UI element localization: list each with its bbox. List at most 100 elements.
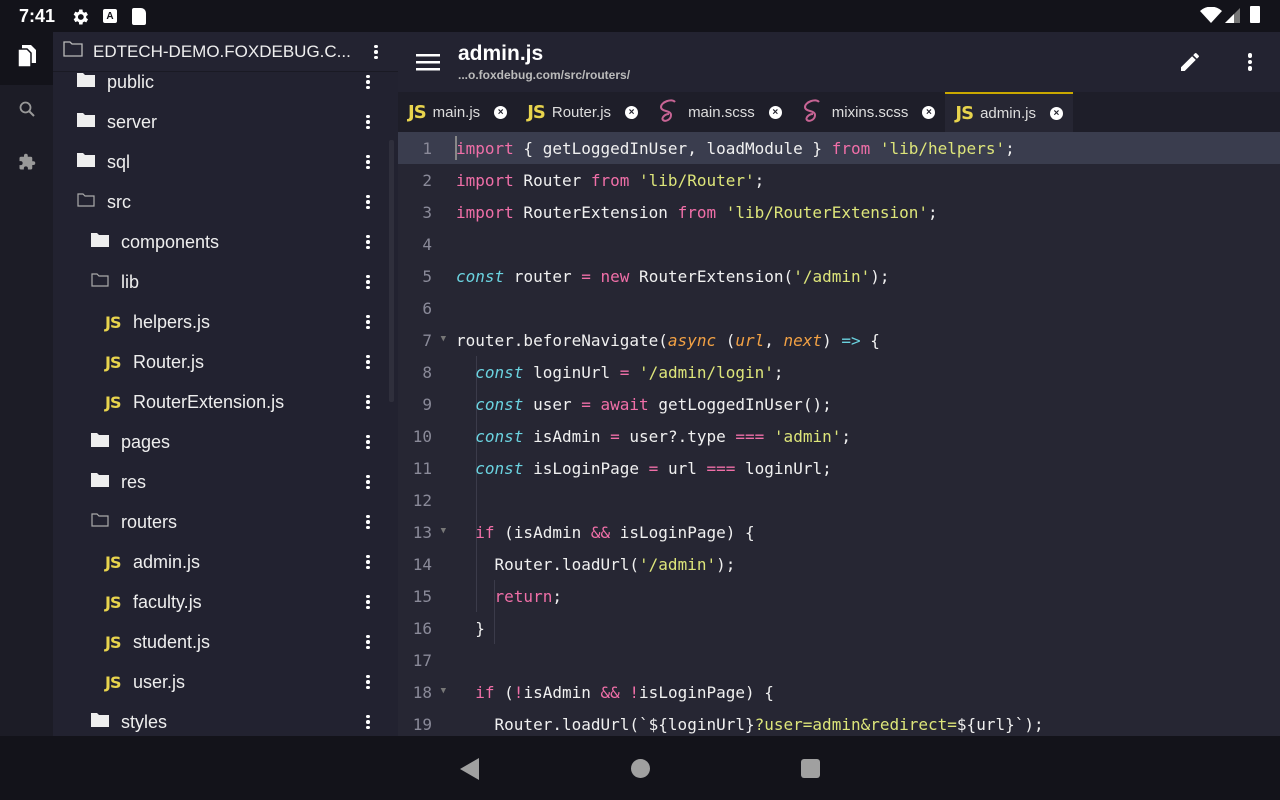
close-tab-icon[interactable]: × bbox=[768, 105, 782, 119]
code-line[interactable]: 3 import RouterExtension from 'lib/Router… bbox=[398, 196, 1280, 228]
fold-arrow-icon[interactable]: ▼ bbox=[441, 686, 446, 696]
code-line[interactable]: 11 const isLoginPage = url === loginUrl; bbox=[398, 452, 1280, 484]
system-nav-bar bbox=[0, 736, 1280, 800]
close-tab-icon[interactable]: × bbox=[494, 105, 508, 119]
code-line[interactable]: 19 Router.loadUrl(`${loginUrl}?user=admi… bbox=[398, 708, 1280, 736]
signal-icon bbox=[1225, 8, 1240, 23]
home-button[interactable] bbox=[631, 759, 650, 778]
activity-extensions[interactable] bbox=[0, 138, 53, 191]
file-name: public bbox=[107, 71, 155, 92]
code-line[interactable]: 18 ▼ if (!isAdmin && !isLoginPage) { bbox=[398, 676, 1280, 708]
item-menu-button[interactable] bbox=[358, 672, 378, 692]
folder-item[interactable]: sql bbox=[53, 142, 398, 182]
item-menu-button[interactable] bbox=[358, 512, 378, 532]
folder-item[interactable]: src bbox=[53, 182, 398, 222]
recents-button[interactable] bbox=[801, 759, 820, 778]
code-line[interactable]: 1 import { getLoggedInUser, loadModule } … bbox=[398, 132, 1280, 164]
file-item[interactable]: JS admin.js bbox=[53, 542, 398, 582]
fold-arrow-icon[interactable]: ▼ bbox=[441, 526, 446, 536]
folder-item[interactable]: routers bbox=[53, 502, 398, 542]
more-options-button[interactable] bbox=[1240, 52, 1260, 72]
wifi-icon bbox=[1200, 7, 1222, 23]
tab-mixins-scss[interactable]: mixins.scss × bbox=[792, 92, 946, 132]
folder-icon bbox=[91, 432, 121, 452]
item-menu-button[interactable] bbox=[358, 632, 378, 652]
activity-bar bbox=[0, 32, 53, 736]
file-item[interactable]: JS faculty.js bbox=[53, 582, 398, 622]
text-cursor bbox=[455, 136, 457, 160]
item-menu-button[interactable] bbox=[358, 592, 378, 612]
edit-pencil-icon[interactable] bbox=[1178, 50, 1202, 79]
tab-main-js[interactable]: JS main.js × bbox=[398, 92, 517, 132]
item-menu-button[interactable] bbox=[358, 232, 378, 252]
project-header[interactable]: EDTECH-DEMO.FOXDEBUG.C... bbox=[53, 32, 398, 72]
code-line[interactable]: 16 } bbox=[398, 612, 1280, 644]
code-line[interactable]: 6 bbox=[398, 292, 1280, 324]
code-line[interactable]: 12 bbox=[398, 484, 1280, 516]
item-menu-button[interactable] bbox=[358, 392, 378, 412]
file-item[interactable]: JS user.js bbox=[53, 662, 398, 702]
tab-label: admin.js bbox=[980, 104, 1036, 122]
item-menu-button[interactable] bbox=[358, 552, 378, 572]
js-file-icon: JS bbox=[105, 312, 121, 332]
code-line[interactable]: 15 return; bbox=[398, 580, 1280, 612]
tab-router-js[interactable]: JS Router.js × bbox=[517, 92, 648, 132]
file-item[interactable]: JS student.js bbox=[53, 622, 398, 662]
file-item[interactable]: JS Router.js bbox=[53, 342, 398, 382]
sass-icon bbox=[658, 98, 680, 126]
close-tab-icon[interactable]: × bbox=[922, 105, 936, 119]
line-number-text: 6 bbox=[422, 298, 432, 318]
code-line[interactable]: 8 const loginUrl = '/admin/login'; bbox=[398, 356, 1280, 388]
code-line[interactable]: 2 import Router from 'lib/Router'; bbox=[398, 164, 1280, 196]
code-editor[interactable]: 1 import { getLoggedInUser, loadModule } … bbox=[398, 132, 1280, 736]
close-tab-icon[interactable]: × bbox=[1049, 106, 1063, 120]
close-tab-icon[interactable]: × bbox=[625, 105, 639, 119]
code-line[interactable]: 4 bbox=[398, 228, 1280, 260]
folder-item[interactable]: server bbox=[53, 102, 398, 142]
sidebar-scrollbar[interactable] bbox=[389, 140, 394, 402]
item-menu-button[interactable] bbox=[358, 192, 378, 212]
js-file-icon: JS bbox=[105, 552, 121, 572]
back-button[interactable] bbox=[460, 758, 480, 785]
code-line[interactable]: 10 const isAdmin = user?.type === 'admin… bbox=[398, 420, 1280, 452]
clock: 7:41 bbox=[19, 6, 56, 26]
item-menu-button[interactable] bbox=[358, 72, 378, 92]
item-menu-button[interactable] bbox=[358, 112, 378, 132]
line-number-text: 14 bbox=[412, 554, 432, 574]
folder-item[interactable]: pages bbox=[53, 422, 398, 462]
item-menu-button[interactable] bbox=[358, 272, 378, 292]
code-line[interactable]: 13 ▼ if (isAdmin && isLoginPage) { bbox=[398, 516, 1280, 548]
line-number: 5 bbox=[398, 260, 456, 292]
folder-item[interactable]: styles bbox=[53, 702, 398, 736]
file-item[interactable]: JS RouterExtension.js bbox=[53, 382, 398, 422]
tab-label: main.scss bbox=[688, 103, 755, 121]
code-line[interactable]: 9 const user = await getLoggedInUser(); bbox=[398, 388, 1280, 420]
activity-files[interactable] bbox=[0, 32, 53, 85]
file-item[interactable]: JS helpers.js bbox=[53, 302, 398, 342]
line-number-text: 17 bbox=[412, 650, 432, 670]
folder-item[interactable]: components bbox=[53, 222, 398, 262]
line-number-text: 15 bbox=[412, 586, 432, 606]
sd-card-icon bbox=[132, 8, 146, 25]
code-line[interactable]: 7 ▼ router.beforeNavigate(async (url, next… bbox=[398, 324, 1280, 356]
js-file-icon: JS bbox=[527, 101, 546, 123]
tab-admin-js[interactable]: JS admin.js × bbox=[945, 92, 1073, 132]
item-menu-button[interactable] bbox=[358, 472, 378, 492]
menu-icon[interactable] bbox=[416, 53, 440, 76]
item-menu-button[interactable] bbox=[358, 352, 378, 372]
project-menu-button[interactable] bbox=[366, 42, 386, 62]
file-tree: public server sql src components lib JS helpers… bbox=[53, 62, 398, 736]
code-line[interactable]: 14 Router.loadUrl('/admin'); bbox=[398, 548, 1280, 580]
folder-item[interactable]: res bbox=[53, 462, 398, 502]
line-number: 13 ▼ bbox=[398, 516, 456, 548]
code-line[interactable]: 5 const router = new RouterExtension('/ad… bbox=[398, 260, 1280, 292]
fold-arrow-icon[interactable]: ▼ bbox=[441, 334, 446, 344]
activity-search[interactable] bbox=[0, 85, 53, 138]
item-menu-button[interactable] bbox=[358, 712, 378, 732]
folder-item[interactable]: lib bbox=[53, 262, 398, 302]
item-menu-button[interactable] bbox=[358, 432, 378, 452]
tab-main-scss[interactable]: main.scss × bbox=[648, 92, 792, 132]
code-line[interactable]: 17 bbox=[398, 644, 1280, 676]
item-menu-button[interactable] bbox=[358, 152, 378, 172]
item-menu-button[interactable] bbox=[358, 312, 378, 332]
